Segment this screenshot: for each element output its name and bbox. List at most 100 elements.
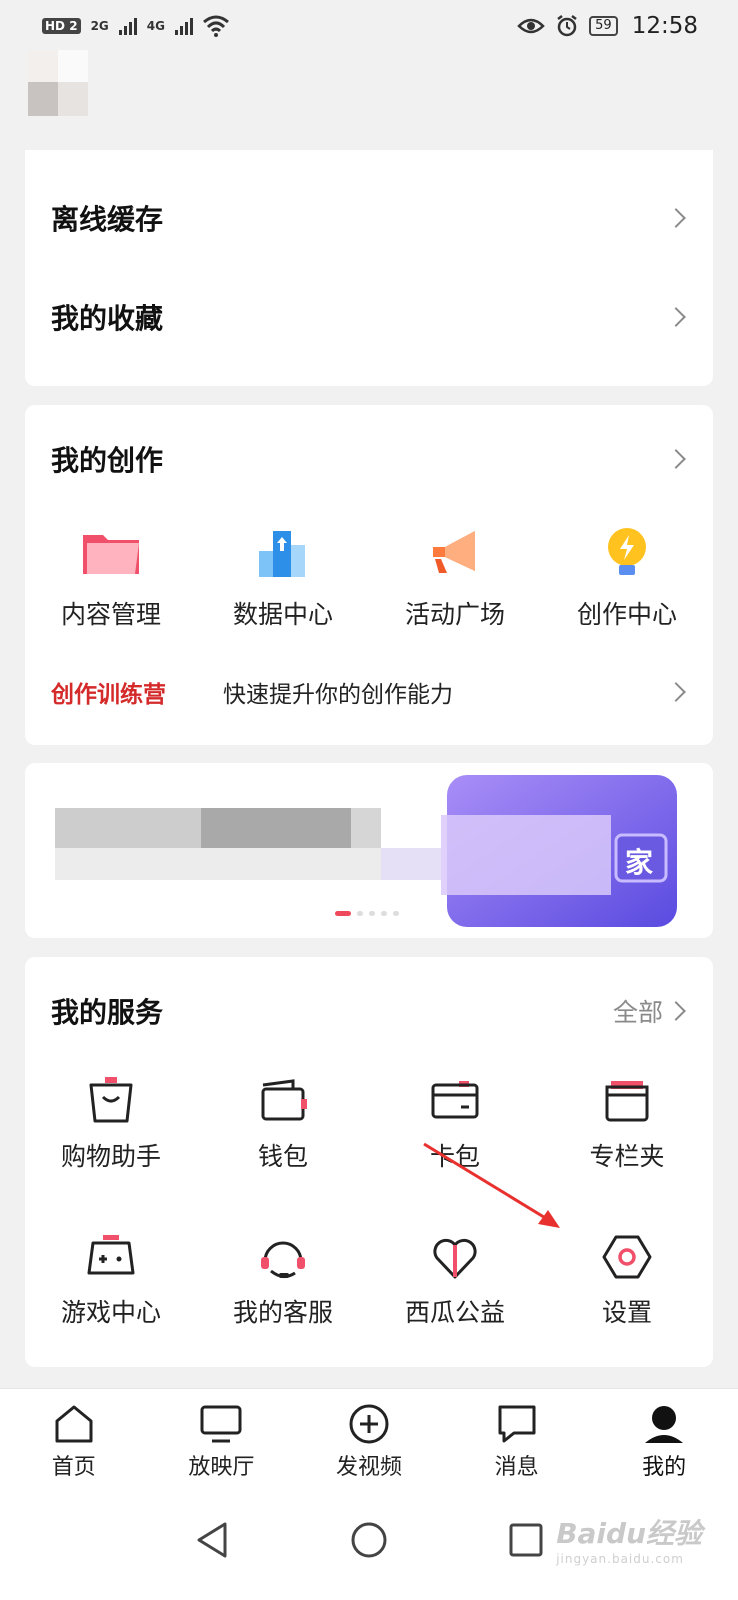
card-icon [431,1081,479,1119]
headset-icon [261,1241,305,1278]
recent-apps-icon[interactable] [506,1520,546,1560]
plus-circle-icon [349,1404,389,1443]
pagination-dot-active [335,911,351,916]
services-title: 我的服务 [51,996,164,1029]
xigua-charity-label: 西瓜公益 [404,1298,505,1327]
annotation-arrow [423,1142,560,1228]
bottom-tab-bar: 首页 放映厅 发视频 消息 我的 [0,1388,738,1492]
services-card: 我的服务 全部 购物助手 钱包 卡包 专栏夹 游戏中心 我的客服 西瓜公益 设置 [25,957,713,1367]
gamepad-icon [87,1235,135,1275]
status-right: 59 12:58 [517,13,698,39]
eye-icon [517,18,545,34]
tab-me-label: 我的 [642,1454,687,1480]
creator-center-label: 创作中心 [576,600,677,629]
profile-icon [645,1405,684,1443]
services-header: 我的服务 全部 [25,981,713,1041]
tab-messages[interactable]: 消息 [443,1389,591,1492]
offline-cache-label: 离线缓存 [51,203,164,236]
pagination-dot [357,911,363,916]
creation-camp-text: 快速提升你的创作能力 [223,682,453,708]
content-management-label: 内容管理 [60,600,161,629]
wallet-icon [261,1079,307,1121]
tab-theater-label: 放映厅 [188,1454,255,1480]
megaphone-icon [433,531,475,573]
service-item-shopping-assistant[interactable]: 购物助手 [25,1075,197,1173]
status-left: HD 2 2G 4G [42,15,229,37]
baidu-watermark: Baidu经验 jingyan.baidu.com [556,1512,702,1566]
tab-theater[interactable]: 放映厅 [148,1389,296,1492]
chevron-right-icon [666,307,686,327]
signal-label-2: 4G [146,19,165,33]
shopping-assistant-label: 购物助手 [60,1142,161,1171]
services-all-link[interactable]: 全部 [613,993,663,1029]
tab-post-video[interactable]: 发视频 [295,1389,443,1492]
service-item-game-center[interactable]: 游戏中心 [25,1231,197,1329]
data-center-label: 数据中心 [232,600,333,629]
service-item-xigua-charity[interactable]: 西瓜公益 [369,1231,541,1329]
signal-label-1: 2G [90,19,109,33]
creation-camp-label: 创作训练营 [51,682,166,708]
avatar[interactable] [28,50,88,116]
banner-image-text: 家 [625,846,654,879]
lightbulb-icon [608,528,646,575]
chevron-right-icon[interactable] [666,1001,686,1021]
tab-me[interactable]: 我的 [590,1389,738,1492]
watermark-brand: Baidu经验 [556,1517,702,1550]
wallet-label: 钱包 [257,1142,308,1171]
game-center-label: 游戏中心 [60,1298,161,1327]
signal-bars-icon [118,17,137,35]
service-item-wallet[interactable]: 钱包 [197,1075,369,1173]
creation-title: 我的创作 [51,444,164,477]
chevron-right-icon [666,208,686,228]
battery-indicator: 59 [589,16,618,36]
customer-service-label: 我的客服 [232,1298,333,1327]
tab-messages-label: 消息 [494,1454,539,1480]
column-folder-icon [605,1081,649,1122]
services-grid-row-1: 购物助手 钱包 卡包 专栏夹 [25,1075,713,1173]
creation-item-content-management[interactable]: 内容管理 [25,521,197,631]
tab-home[interactable]: 首页 [0,1389,148,1492]
list-card: 离线缓存 我的收藏 [25,150,713,386]
creation-item-data-center[interactable]: 数据中心 [197,521,369,631]
chevron-right-icon [666,682,686,702]
pagination-dot [369,911,375,916]
pagination-dot [393,911,399,916]
chevron-right-icon [666,449,686,469]
status-bar: HD 2 2G 4G 59 12:58 [0,0,738,52]
list-item-offline-cache[interactable]: 离线缓存 [25,188,713,248]
hd-badge: HD 2 [42,18,81,34]
activity-square-label: 活动广场 [404,600,505,629]
settings-hex-icon [602,1235,652,1279]
column-folder-label: 专栏夹 [589,1142,665,1171]
shopping-bag-icon [89,1077,133,1123]
creation-item-creator-center[interactable]: 创作中心 [541,521,713,631]
creation-item-activity-square[interactable]: 活动广场 [369,521,541,631]
tab-home-label: 首页 [51,1454,96,1480]
creation-grid: 内容管理 数据中心 活动广场 创作中心 [25,521,713,631]
watermark-domain: jingyan.baidu.com [556,1552,684,1566]
signal-bars-icon [174,17,193,35]
home-icon [55,1405,93,1442]
banner-pagination [335,911,399,916]
banner-card[interactable]: 家 [25,763,713,938]
folder-icon [83,535,139,574]
home-circle-icon[interactable] [349,1520,389,1560]
data-chart-icon [259,531,305,577]
service-item-settings[interactable]: 设置 [541,1231,713,1329]
back-icon[interactable] [193,1520,233,1560]
alarm-icon [557,15,577,37]
favorites-label: 我的收藏 [51,302,164,335]
creation-card: 我的创作 内容管理 数据中心 活动广场 创作中心 创作训练营 快速提升你的创作能… [25,405,713,745]
pagination-dot [381,911,387,916]
message-icon [498,1405,536,1442]
creation-header[interactable]: 我的创作 [25,429,713,489]
wifi-icon [203,15,229,37]
settings-label: 设置 [601,1298,652,1327]
clock: 12:58 [631,13,698,39]
service-item-customer-service[interactable]: 我的客服 [197,1231,369,1329]
tv-icon [200,1405,242,1442]
tab-post-video-label: 发视频 [335,1454,402,1480]
creation-camp-row[interactable]: 创作训练营 快速提升你的创作能力 [25,667,713,717]
services-grid-row-2: 游戏中心 我的客服 西瓜公益 设置 [25,1231,713,1329]
list-item-favorites[interactable]: 我的收藏 [25,287,713,347]
